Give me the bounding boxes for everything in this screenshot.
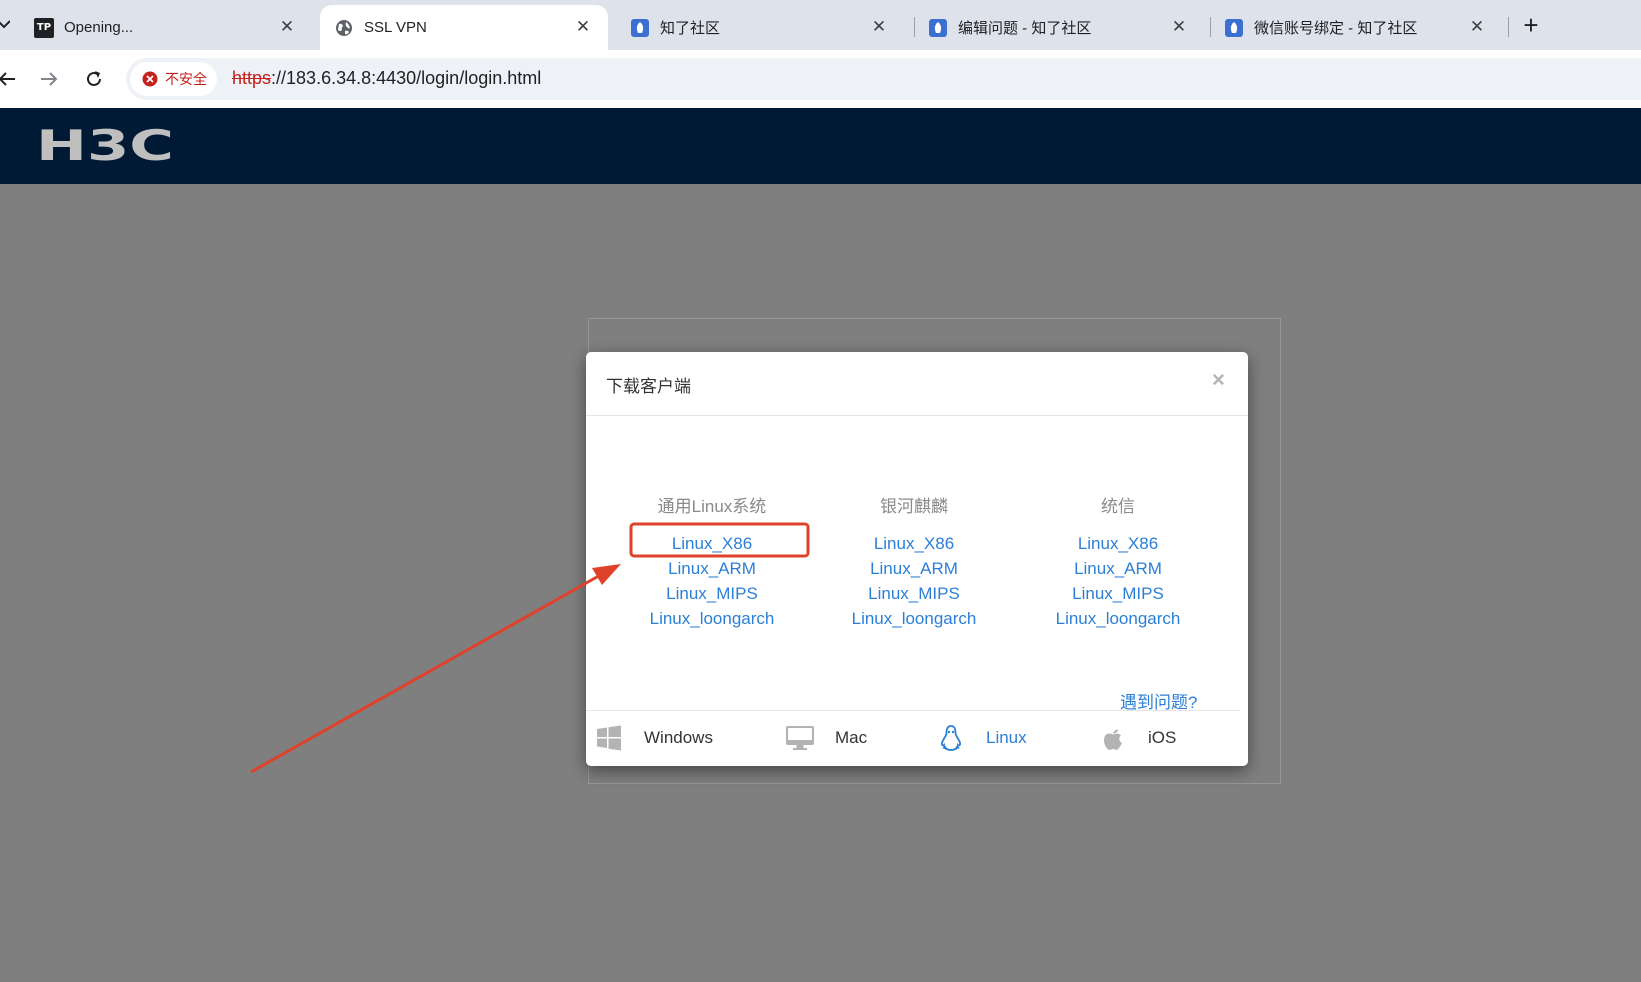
tp-icon: TP	[34, 17, 54, 38]
address-bar[interactable]: 不安全 https://183.6.34.8:4430/login/login.…	[126, 58, 1641, 100]
browser-tab[interactable]: 编辑问题 - 知了社区 ✕	[914, 5, 1204, 50]
tab-separator	[1508, 17, 1509, 37]
os-tab-label: Windows	[644, 728, 713, 747]
os-tab-ios[interactable]: iOS	[1098, 721, 1176, 755]
download-link-linux-x86[interactable]: Linux_X86	[612, 533, 812, 558]
download-link-linux-arm[interactable]: Linux_ARM	[814, 558, 1014, 583]
download-link-linux-arm[interactable]: Linux_ARM	[612, 558, 812, 583]
zhiliao-icon	[630, 18, 650, 38]
tux-icon	[936, 723, 966, 753]
column-heading: 统信	[1101, 497, 1135, 516]
warning-icon	[142, 71, 158, 87]
page-header: H3C	[0, 108, 1641, 184]
zhiliao-icon	[928, 18, 948, 38]
download-link-linux-x86[interactable]: Linux_X86	[1018, 533, 1218, 558]
download-link-linux-x86[interactable]: Linux_X86	[814, 533, 1014, 558]
apple-icon	[1098, 723, 1128, 753]
close-tab-icon[interactable]: ✕	[1168, 16, 1190, 38]
os-tab-linux[interactable]: Linux	[936, 721, 1027, 755]
column-heading: 通用Linux系统	[657, 497, 767, 516]
download-link-linux-mips[interactable]: Linux_MIPS	[1018, 583, 1218, 608]
tab-scroll-chevron-icon[interactable]	[0, 17, 11, 33]
forward-arrow-icon[interactable]	[34, 64, 64, 94]
h3c-logo: H3C	[36, 121, 176, 170]
logo-text: H3C	[36, 126, 174, 164]
security-label: 不安全	[165, 71, 207, 87]
download-link-linux-arm[interactable]: Linux_ARM	[1018, 558, 1218, 583]
download-link-linux-loongarch[interactable]: Linux_loongarch	[612, 608, 812, 633]
download-link-linux-loongarch[interactable]: Linux_loongarch	[814, 608, 1014, 633]
browser-tab-active[interactable]: SSL VPN ✕	[320, 5, 608, 50]
security-indicator[interactable]: 不安全	[130, 62, 217, 96]
uos-column: 统信 Linux_X86 Linux_ARM Linux_MIPS Linux_…	[1018, 495, 1218, 633]
browser-toolbar: 不安全 https://183.6.34.8:4430/login/login.…	[0, 50, 1641, 108]
tab-title: Opening...	[64, 19, 134, 36]
modal-title: 下载客户端	[606, 377, 691, 396]
zhiliao-icon	[1224, 18, 1244, 38]
url-text[interactable]: https://183.6.34.8:4430/login/login.html	[232, 68, 541, 89]
os-tab-label: iOS	[1148, 728, 1177, 747]
browser-tab[interactable]: 知了社区 ✕	[616, 5, 904, 50]
download-client-modal: 下载客户端 × 通用Linux系统 Linux_X86 Linux_ARM Li…	[586, 352, 1248, 766]
browser-tab[interactable]: 微信账号绑定 - 知了社区 ✕	[1210, 5, 1502, 50]
back-arrow-icon[interactable]	[0, 64, 22, 94]
download-link-linux-loongarch[interactable]: Linux_loongarch	[1018, 608, 1218, 633]
os-tab-label: Linux	[986, 728, 1027, 747]
browser-tab-strip: TP Opening... ✕ SSL VPN ✕ 知了社区 ✕ 编辑问题 - …	[0, 0, 1641, 50]
modal-header: 下载客户端 ×	[586, 352, 1248, 416]
monitor-icon	[785, 723, 815, 753]
kylin-column: 银河麒麟 Linux_X86 Linux_ARM Linux_MIPS Linu…	[814, 495, 1014, 633]
new-tab-button[interactable]: +	[1516, 11, 1546, 41]
column-heading: 银河麒麟	[880, 497, 948, 516]
globe-icon	[334, 18, 354, 38]
tab-title: 微信账号绑定 - 知了社区	[1254, 20, 1418, 37]
download-link-linux-mips[interactable]: Linux_MIPS	[612, 583, 812, 608]
url-path: ://183.6.34.8:4430/login/login.html	[271, 68, 542, 88]
os-tab-label: Mac	[835, 728, 868, 747]
close-tab-icon[interactable]: ✕	[572, 16, 594, 38]
close-tab-icon[interactable]: ✕	[276, 16, 298, 38]
linux-generic-column: 通用Linux系统 Linux_X86 Linux_ARM Linux_MIPS…	[612, 495, 812, 633]
modal-close-button[interactable]: ×	[1212, 368, 1225, 392]
os-tab-windows[interactable]: Windows	[594, 721, 713, 755]
os-tab-mac[interactable]: Mac	[785, 721, 867, 755]
url-scheme: https	[232, 68, 272, 88]
browser-tab[interactable]: TP Opening... ✕	[22, 5, 312, 50]
reload-icon[interactable]	[79, 64, 109, 94]
close-tab-icon[interactable]: ✕	[868, 16, 890, 38]
download-link-linux-mips[interactable]: Linux_MIPS	[814, 583, 1014, 608]
os-tab-bar: Windows Mac Linux iOS	[586, 710, 1240, 765]
windows-icon	[594, 723, 624, 753]
close-tab-icon[interactable]: ✕	[1466, 16, 1488, 38]
